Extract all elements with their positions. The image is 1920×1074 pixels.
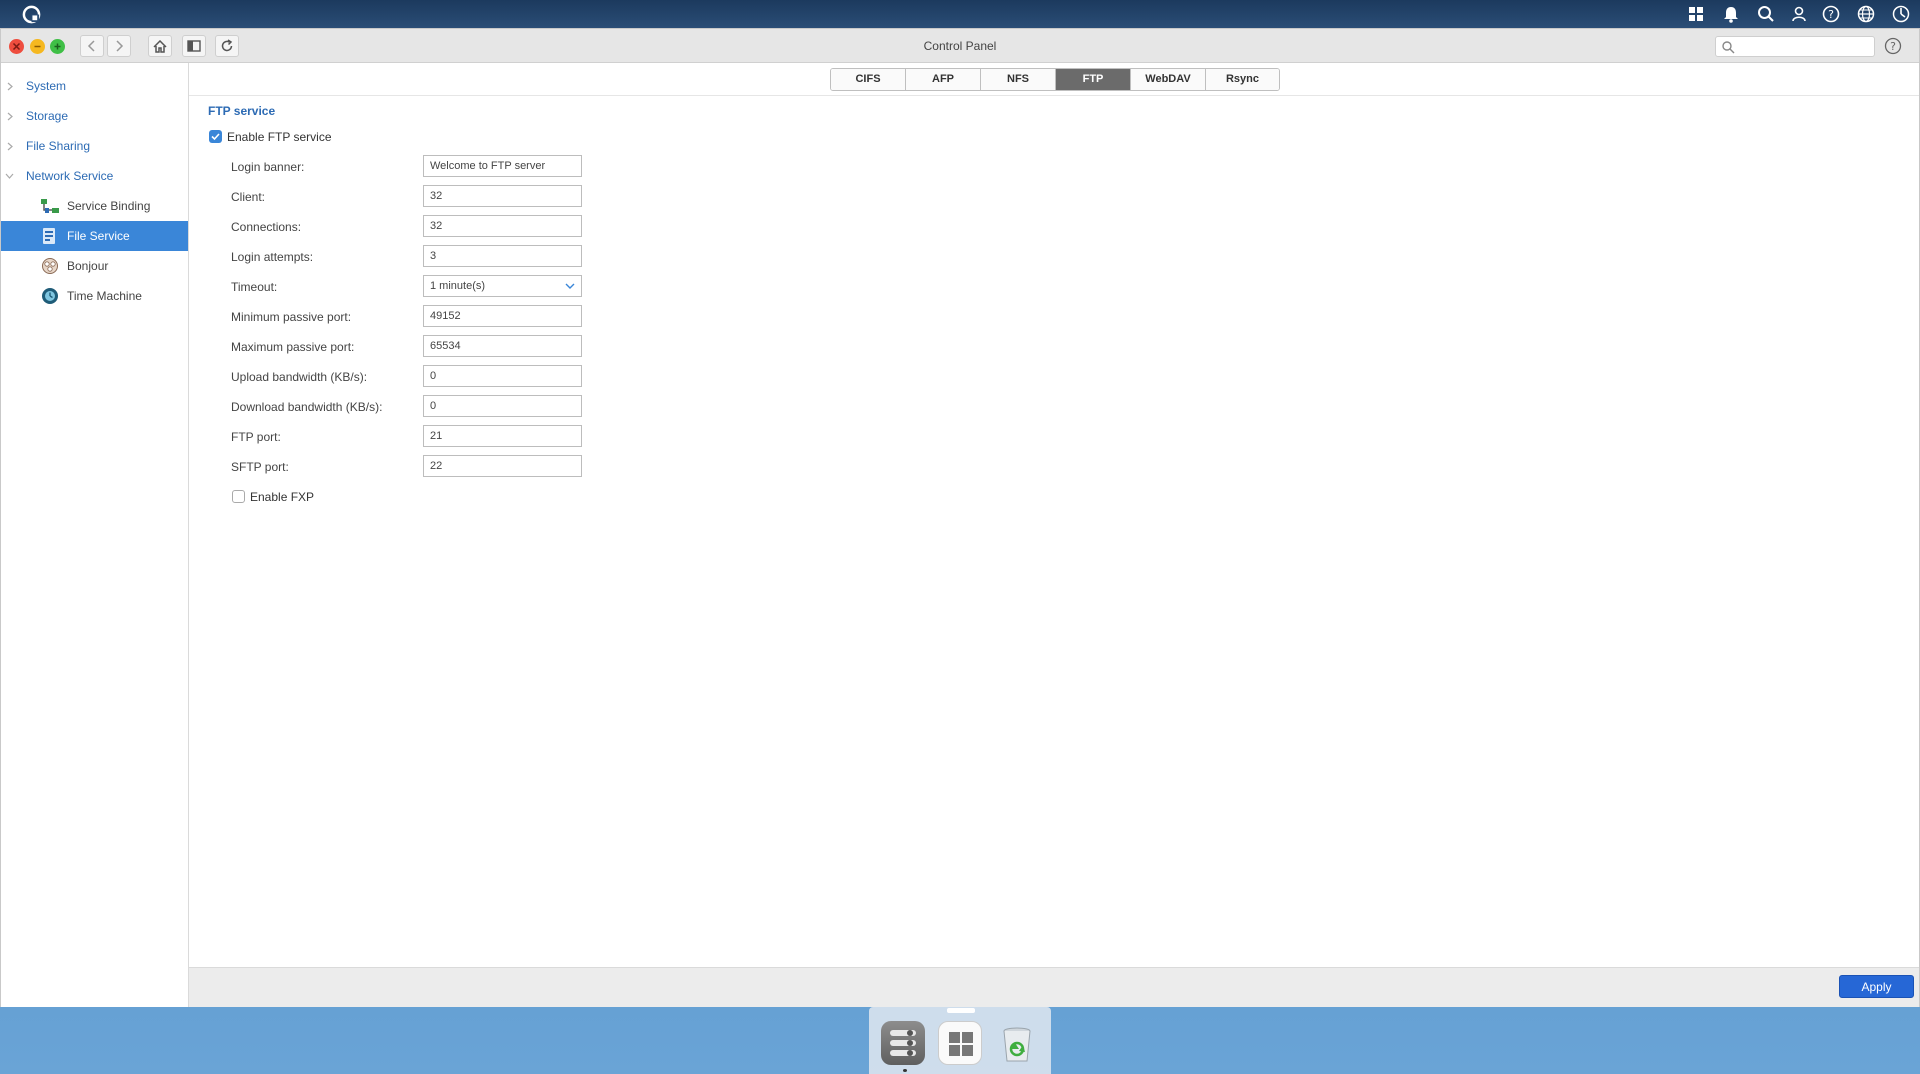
enable-fxp-checkbox[interactable] (232, 490, 245, 503)
sidebar-item-storage[interactable]: Storage (1, 101, 188, 131)
apps-grid-icon[interactable] (1686, 4, 1706, 24)
service-binding-icon (41, 199, 59, 213)
qnap-logo-icon[interactable] (22, 5, 41, 24)
field-label: Minimum passive port: (231, 310, 352, 324)
sidebar-item-label: Time Machine (67, 289, 142, 303)
tab-cifs[interactable]: CIFS (831, 69, 906, 90)
search-icon (1722, 41, 1735, 54)
system-top-bar: ? (0, 0, 1920, 28)
sidebar-item-label: Service Binding (67, 199, 151, 213)
sidebar-item-label: Network Service (26, 169, 114, 183)
tab-divider (189, 95, 1919, 96)
window-titlebar: Control Panel ? (1, 29, 1919, 63)
control-panel-window: Control Panel ? System Storage File Shar… (0, 28, 1920, 1007)
max-passive-port-field[interactable]: 65534 (423, 335, 582, 357)
sidebar-item-file-service[interactable]: File Service (1, 221, 188, 251)
window-title: Control Panel (923, 39, 997, 53)
chevron-down-icon (565, 283, 575, 289)
svg-text:?: ? (1890, 40, 1896, 53)
field-label: FTP port: (231, 430, 281, 444)
help-icon[interactable]: ? (1884, 37, 1902, 55)
sidebar-item-label: File Sharing (26, 139, 91, 153)
bonjour-icon (42, 258, 58, 274)
tab-rsync[interactable]: Rsync (1206, 69, 1279, 90)
sidebar-item-network-service[interactable]: Network Service (1, 161, 188, 191)
field-label: Login attempts: (231, 250, 314, 264)
bell-icon[interactable] (1721, 4, 1741, 24)
search-icon[interactable] (1756, 4, 1776, 24)
min-passive-port-field[interactable]: 49152 (423, 305, 582, 327)
download-bandwidth-field[interactable]: 0 (423, 395, 582, 417)
recycle-bin-icon (1003, 1027, 1031, 1062)
dock-handle[interactable] (947, 1008, 975, 1013)
field-label: SFTP port: (231, 460, 289, 474)
tab-nfs[interactable]: NFS (981, 69, 1056, 90)
sidebar-item-label: File Service (67, 229, 130, 243)
enable-ftp-label: Enable FTP service (227, 130, 332, 144)
upload-bandwidth-field[interactable]: 0 (423, 365, 582, 387)
sidebar-item-bonjour[interactable]: Bonjour (1, 251, 188, 281)
sidebar-item-system[interactable]: System (1, 71, 188, 101)
tab-webdav[interactable]: WebDAV (1131, 69, 1206, 90)
field-label: Download bandwidth (KB/s): (231, 400, 383, 414)
user-icon[interactable] (1789, 4, 1809, 24)
app-center-dock-icon[interactable] (938, 1021, 982, 1065)
chevron-right-icon (7, 82, 13, 91)
field-label: Client: (231, 190, 266, 204)
enable-ftp-checkbox[interactable] (209, 130, 222, 143)
field-label: Maximum passive port: (231, 340, 355, 354)
field-label: Upload bandwidth (KB/s): (231, 370, 368, 384)
sidebar: System Storage File Sharing Network Serv… (1, 63, 189, 1007)
search-input[interactable] (1715, 36, 1875, 57)
checkmark-icon (211, 133, 220, 141)
sidebar-item-label: Bonjour (67, 259, 109, 273)
connections-field[interactable]: 32 (423, 215, 582, 237)
control-panel-dock-icon[interactable] (881, 1021, 925, 1065)
chevron-right-icon (7, 112, 13, 121)
enable-fxp-label: Enable FXP (250, 490, 315, 504)
dashboard-icon[interactable] (1891, 4, 1911, 24)
sidebar-item-service-binding[interactable]: Service Binding (1, 191, 188, 221)
client-field[interactable]: 32 (423, 185, 582, 207)
tab-ftp[interactable]: FTP (1056, 69, 1131, 90)
chevron-right-icon (7, 142, 13, 151)
timeout-value: 1 minute(s) (430, 280, 486, 292)
help-icon[interactable]: ? (1821, 4, 1841, 24)
sidebar-item-label: Storage (26, 109, 69, 123)
running-indicator (903, 1069, 907, 1072)
taskbar-dock (869, 1007, 1051, 1074)
login-banner-field[interactable]: Welcome to FTP server (423, 155, 582, 177)
tab-afp[interactable]: AFP (906, 69, 981, 90)
apps-grid-icon (949, 1032, 973, 1056)
time-machine-icon (42, 288, 58, 304)
apply-button[interactable]: Apply (1839, 975, 1914, 998)
recycle-bin-dock-icon[interactable] (995, 1021, 1039, 1065)
field-label: Login banner: (231, 160, 305, 174)
file-service-icon (43, 228, 55, 244)
footer-bar: Apply (189, 967, 1919, 1007)
ftp-port-field[interactable]: 21 (423, 425, 582, 447)
svg-text:?: ? (1828, 8, 1834, 21)
timeout-select[interactable]: 1 minute(s) (423, 275, 582, 297)
field-label: Timeout: (231, 280, 278, 294)
login-attempts-field[interactable]: 3 (423, 245, 582, 267)
sftp-port-field[interactable]: 22 (423, 455, 582, 477)
main-content: CIFS AFP NFS FTP WebDAV Rsync FTP servic… (189, 63, 1919, 1007)
chevron-down-icon (5, 173, 14, 179)
settings-sliders-icon (890, 1030, 916, 1056)
service-tabs: CIFS AFP NFS FTP WebDAV Rsync (830, 68, 1280, 91)
section-title: FTP service (208, 104, 276, 118)
sidebar-item-file-sharing[interactable]: File Sharing (1, 131, 188, 161)
globe-icon[interactable] (1856, 4, 1876, 24)
sidebar-item-time-machine[interactable]: Time Machine (1, 281, 188, 311)
sidebar-item-label: System (26, 79, 67, 93)
field-label: Connections: (231, 220, 302, 234)
